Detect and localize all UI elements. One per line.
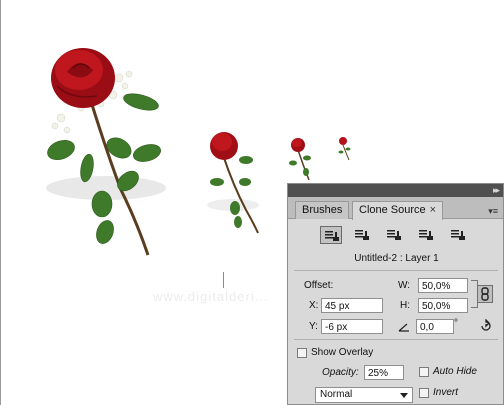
auto-hide-label: Auto Hide — [433, 366, 477, 377]
opacity-input[interactable] — [364, 365, 404, 380]
medium-rose-leaves — [210, 156, 253, 228]
panel-menu-icon[interactable]: ▾≡ — [488, 206, 498, 217]
divider — [294, 270, 498, 271]
clone-source-3-button[interactable] — [383, 226, 405, 244]
clone-stamp-icon — [419, 230, 433, 240]
clone-cursor — [223, 272, 224, 288]
panel-tab-bar: Brushes Clone Source × ▾≡ — [288, 197, 503, 220]
height-label: H: — [400, 300, 410, 311]
angle-icon — [398, 323, 409, 332]
small-rose-bloom — [291, 138, 305, 152]
clone-stamp-icon — [325, 231, 339, 241]
tab-brushes[interactable]: Brushes — [295, 201, 350, 219]
y-offset-label: Y: — [309, 321, 318, 332]
chevron-down-icon — [400, 393, 408, 398]
tiny-rose-stem — [342, 144, 350, 161]
x-offset-label: X: — [309, 300, 319, 311]
medium-rose-bloom — [210, 132, 238, 160]
show-overlay-checkbox[interactable] — [297, 348, 307, 358]
clone-stamp-icon — [451, 230, 465, 240]
watermark-text: www.digitalderi... — [153, 289, 269, 304]
clone-stamp-icon — [355, 230, 369, 240]
degree-unit: ° — [454, 318, 458, 329]
reset-transform-icon[interactable] — [479, 319, 493, 333]
blend-mode-select[interactable]: Normal — [315, 387, 413, 403]
auto-hide-checkbox[interactable] — [419, 367, 429, 377]
blend-mode-value: Normal — [320, 389, 353, 400]
source-document-label: Untitled-2 : Layer 1 — [354, 253, 439, 264]
width-scale-input[interactable] — [418, 278, 468, 293]
tab-brushes-label: Brushes — [302, 204, 343, 216]
large-rose-bloom — [51, 48, 115, 108]
close-tab-icon[interactable]: × — [430, 204, 436, 216]
width-label: W: — [398, 280, 411, 291]
offset-label: Offset: — [304, 280, 334, 291]
height-scale-input[interactable] — [418, 298, 468, 313]
x-offset-input[interactable] — [321, 298, 383, 313]
rotation-angle-input[interactable] — [416, 319, 454, 334]
panel-title-bar[interactable]: ▸▸ — [288, 184, 503, 197]
invert-checkbox[interactable] — [419, 388, 429, 398]
tiny-rose-bloom — [339, 137, 347, 145]
collapse-panel-icon[interactable]: ▸▸ — [493, 185, 500, 196]
clone-stamp-icon — [387, 230, 401, 240]
opacity-label: Opacity: — [322, 367, 359, 378]
small-rose-leaves — [289, 155, 311, 176]
clone-source-buttons — [288, 226, 504, 246]
large-rose-leaves — [47, 93, 161, 244]
tab-clone-source[interactable]: Clone Source × — [352, 201, 444, 220]
show-overlay-label: Show Overlay — [311, 347, 374, 358]
clone-source-2-button[interactable] — [351, 226, 373, 244]
clone-source-5-button[interactable] — [447, 226, 469, 244]
clone-source-4-button[interactable] — [415, 226, 437, 244]
divider — [294, 339, 498, 340]
clone-source-1-button[interactable] — [320, 226, 342, 244]
maintain-aspect-ratio-button[interactable] — [477, 285, 493, 303]
chain-link-icon — [481, 287, 489, 301]
invert-label: Invert — [433, 387, 459, 398]
clone-source-panel: ▸▸ Brushes Clone Source × ▾≡ Untitled-2 :… — [287, 183, 504, 405]
y-offset-input[interactable] — [321, 319, 383, 334]
tab-clone-source-label: Clone Source — [359, 204, 426, 216]
